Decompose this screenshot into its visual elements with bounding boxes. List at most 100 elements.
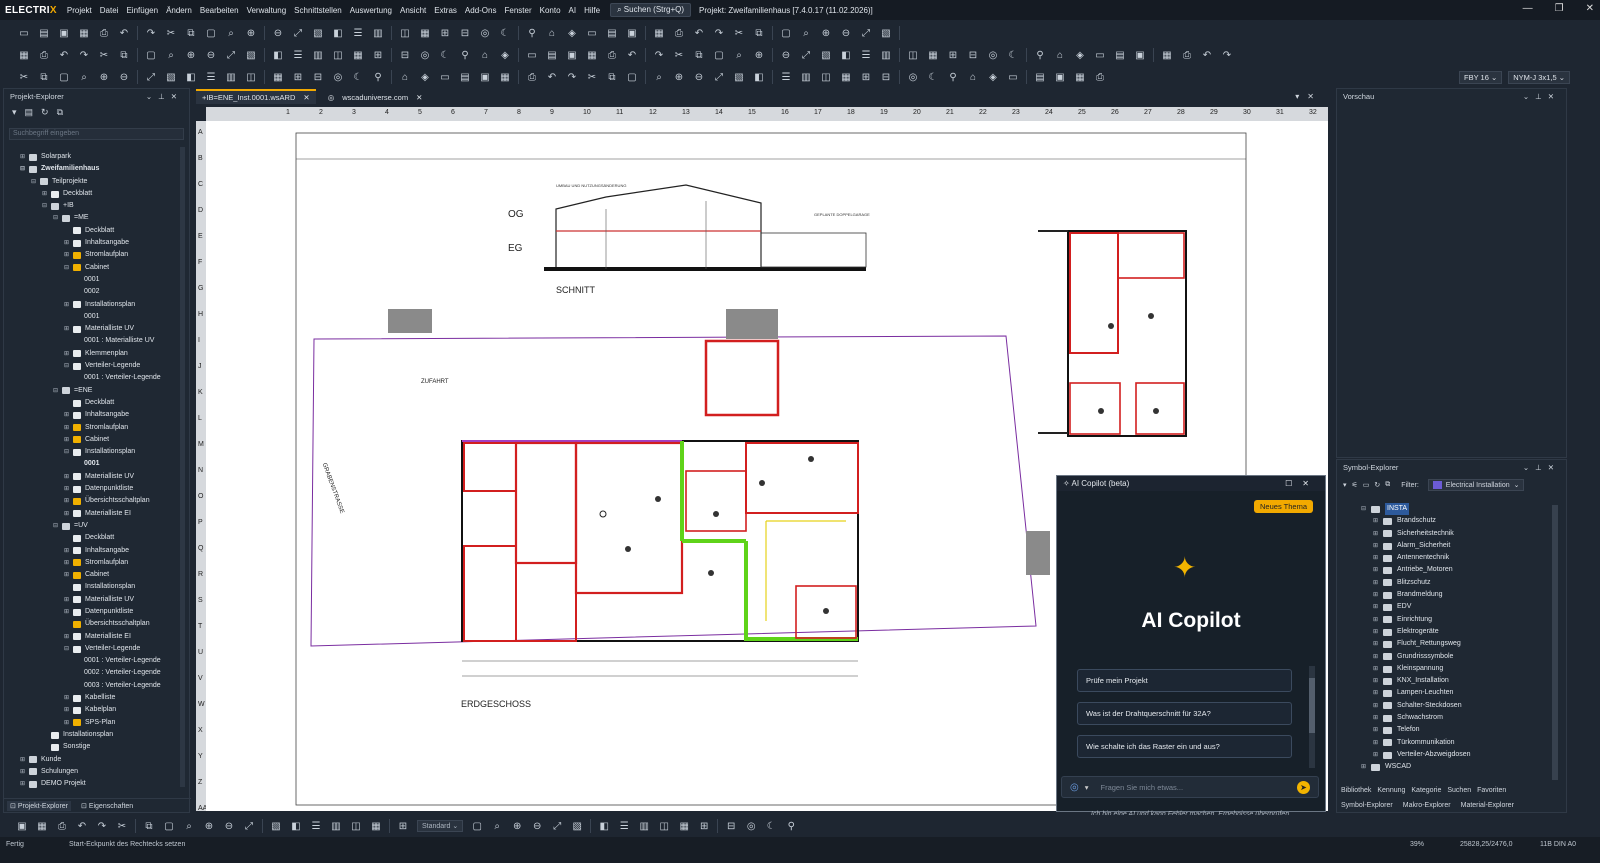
dropdown-icon[interactable]: ⌄ [1523,92,1535,101]
toolbar-icon[interactable]: ▧ [266,818,286,834]
symbol-tree-item[interactable]: ⊟ INSTA [1361,503,1551,516]
search-box[interactable]: ⌕ Suchen (Strg+Q) [610,3,692,17]
tree-item[interactable]: ⊟ Zweifamilienhaus [9,163,179,175]
menu-item[interactable]: Fenster [500,6,535,15]
toolbar-icon[interactable]: ✂ [161,25,181,41]
tree-item[interactable]: Installationsplan [9,581,179,593]
toolbar-icon[interactable]: ⊟ [876,69,896,85]
tree-item[interactable]: ⊞ Cabinet [9,569,179,581]
expand-icon[interactable]: ⊞ [64,692,73,704]
expand-icon[interactable]: ⊟ [53,520,62,532]
toolbar-icon[interactable]: ▦ [582,47,602,63]
toolbar-icon[interactable]: ✂ [669,47,689,63]
tree-item[interactable]: ⊞ Materialliste EI [9,631,179,643]
symbol-tree-item[interactable]: ⊞ Verteiler-Abzweigdosen [1361,749,1551,761]
toolbar-icon[interactable]: ⊟ [308,69,328,85]
tab-web[interactable]: ◎ wscaduniverse.com ✕ [322,89,429,104]
toolbar-icon[interactable]: ⊞ [435,25,455,41]
tree-item[interactable]: ⊞ SPS-Plan [9,717,179,729]
toolbar-icon[interactable]: ⎙ [52,818,72,834]
toolbar-icon[interactable]: ▭ [14,25,34,41]
expand-icon[interactable]: ⊞ [20,766,29,778]
toolbar-icon[interactable]: ⧉ [602,69,622,85]
toolbar-icon[interactable]: ◫ [241,69,261,85]
toolbar-icon[interactable]: ▭ [582,25,602,41]
tree-item[interactable]: ⊟ Teilprojekte [9,176,179,188]
toolbar-icon[interactable]: ↷ [649,47,669,63]
symbol-tree-item[interactable]: ⊞ EDV [1361,601,1551,613]
tree-item[interactable]: ⊞ Installationsplan [9,299,179,311]
new-folder-icon[interactable]: ▤ [25,107,34,118]
toolbar-icon[interactable]: ◧ [328,25,348,41]
close-icon[interactable]: ✕ [171,92,183,101]
tab-project-explorer[interactable]: ⊡ Projekt-Explorer [7,800,71,811]
toolbar-icon[interactable]: ◫ [903,47,923,63]
toolbar-icon[interactable]: ↷ [1217,47,1237,63]
toolbar-icon[interactable]: ◈ [562,25,582,41]
toolbar-icon[interactable]: ▢ [776,25,796,41]
tree-item[interactable]: Übersichtsschaltplan [9,618,179,630]
toolbar-icon[interactable]: ⊞ [694,818,714,834]
expand-icon[interactable]: ⊞ [64,717,73,729]
toolbar-icon[interactable]: ⊕ [749,47,769,63]
tree-item[interactable]: 0001 : Verteiler-Legende [9,655,179,667]
toolbar-icon[interactable]: ↶ [622,47,642,63]
symbol-tree-item[interactable]: ⊞ Antennentechnik [1361,552,1551,564]
toolbar-icon[interactable]: ⊟ [721,818,741,834]
symbol-tree-item[interactable]: ⊞ Brandschutz [1361,515,1551,527]
toolbar-icon[interactable]: ⊕ [816,25,836,41]
expand-icon[interactable]: ⊞ [64,631,73,643]
expand-icon[interactable]: ⊞ [1361,761,1371,773]
tree-item[interactable]: Deckblatt [9,532,179,544]
expand-icon[interactable]: ⊞ [1373,528,1383,540]
toolbar-icon[interactable]: ◧ [594,818,614,834]
panel-tab[interactable]: Symbol-Explorer [1341,802,1393,809]
symbol-tree-item[interactable]: ⊞ Flucht_Rettungsweg [1361,638,1551,650]
toolbar-icon[interactable]: ☰ [614,818,634,834]
toolbar-icon[interactable]: ⤢ [709,69,729,85]
toolbar-icon[interactable]: ⊕ [181,47,201,63]
tree-item[interactable]: ⊞ Deckblatt [9,188,179,200]
expand-icon[interactable]: ⊞ [1373,749,1383,761]
expand-icon[interactable]: ⊞ [64,348,73,360]
toolbar-icon[interactable]: ▣ [54,25,74,41]
toolbar-icon[interactable]: ☰ [856,47,876,63]
close-icon[interactable]: ✕ [416,93,422,102]
toolbar-icon[interactable]: ⊞ [393,818,413,834]
close-icon[interactable]: ✕ [303,93,309,102]
cable-type-dropdown[interactable]: NYM-J 3x1,5 ⌄ [1508,70,1570,84]
tree-item[interactable]: ⊟ =UV [9,520,179,532]
expand-icon[interactable]: ⊞ [1373,614,1383,626]
toolbar-icon[interactable]: ☾ [1003,47,1023,63]
toolbar-icon[interactable]: ⎙ [522,69,542,85]
tree-item[interactable]: ⊞ Cabinet [9,434,179,446]
pin-icon[interactable]: ⊥ [1535,92,1548,101]
symbol-tree-item[interactable]: ⊞ WSCAD [1361,761,1551,773]
toolbar-icon[interactable]: ⚲ [1030,47,1050,63]
toolbar-icon[interactable]: ⌕ [179,818,199,834]
toolbar-icon[interactable]: ☾ [923,69,943,85]
toolbar-icon[interactable]: ✂ [112,818,132,834]
expand-icon[interactable]: ⊞ [64,508,73,520]
tree-item[interactable]: ⊟ +IB [9,200,179,212]
toolbar-icon[interactable]: ▦ [649,25,669,41]
tree-item[interactable]: 0002 [9,286,179,298]
symbol-tree-item[interactable]: ⊞ Türkommunikation [1361,737,1551,749]
toolbar-icon[interactable]: ▦ [1070,69,1090,85]
tree-item[interactable]: ⊞ Stromlaufplan [9,422,179,434]
toolbar-icon[interactable]: ⤢ [141,69,161,85]
tree-search-input[interactable]: Suchbegriff eingeben [9,128,184,140]
toolbar-icon[interactable]: ▢ [141,47,161,63]
menu-item[interactable]: Add-Ons [461,6,501,15]
symbol-tree-item[interactable]: ⊞ Einrichtung [1361,614,1551,626]
tree-item[interactable]: ⊟ =ENE [9,385,179,397]
toolbar-icon[interactable]: ↷ [141,25,161,41]
expand-icon[interactable]: ⊞ [64,594,73,606]
expand-icon[interactable]: ⊟ [64,262,73,274]
toolbar-icon[interactable]: ▢ [467,818,487,834]
toolbar-icon[interactable]: ▦ [348,47,368,63]
toolbar-icon[interactable]: ◫ [328,47,348,63]
panel-tab[interactable]: Suchen [1447,787,1471,794]
suggestion-button[interactable]: Wie schalte ich das Raster ein und aus? [1077,735,1292,758]
dropdown-icon[interactable]: ▾ [1343,481,1347,489]
